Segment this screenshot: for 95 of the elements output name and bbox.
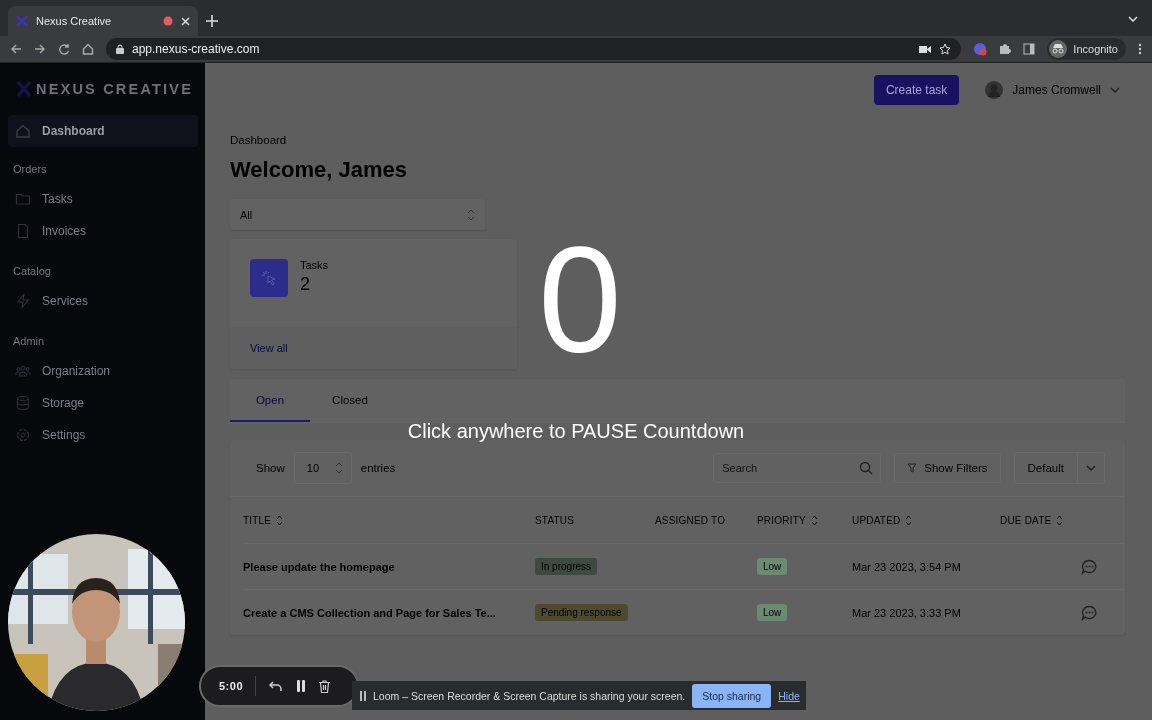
filter-select[interactable]: All [230,199,485,230]
sidebar-item[interactable]: Organization [8,355,198,387]
comment-icon[interactable] [1081,558,1098,575]
incognito-icon [1049,40,1068,58]
sort-icon [467,208,475,221]
sidebar-item[interactable]: Dashboard [8,115,198,147]
trash-icon[interactable] [319,679,331,693]
lightning-icon [15,293,31,309]
user-menu[interactable]: James Cromwell [985,80,1120,99]
sort-icon[interactable] [905,514,913,526]
search-icon[interactable] [859,461,874,475]
view-all-link[interactable]: View all [250,342,288,354]
table-cell: Create a CMS Collection and Page for Sales Te... [243,589,535,635]
side-panel-icon[interactable] [1023,43,1036,55]
show-filters-button[interactable]: Show Filters [894,453,1001,483]
pause-icon[interactable] [296,680,307,692]
priority-tag: Low [757,558,788,575]
extension-badge-icon[interactable] [973,42,988,56]
column-header: STATUS [535,514,575,526]
sidebar-item[interactable]: Storage [8,387,198,419]
sort-icon[interactable] [276,514,284,526]
comment-icon[interactable] [1081,604,1098,621]
puzzle-icon[interactable] [999,43,1012,55]
x-logo-icon [16,15,28,27]
tab[interactable]: Open [230,379,310,422]
undo-icon[interactable] [269,680,284,692]
sidebar-item[interactable]: Services [8,285,198,317]
gear-icon [15,427,31,443]
stat-value: 2 [300,274,311,295]
chevron-down-icon [1086,465,1096,471]
countdown-number: 0 [537,215,623,385]
priority-tag: Low [757,604,788,621]
x-logo-icon [16,81,32,97]
lock-icon [116,44,124,54]
column-header: UPDATED [852,514,901,526]
sidebar-item[interactable]: Settings [8,419,198,451]
sort-icon[interactable] [1056,514,1064,526]
entries-label: entries [360,462,396,474]
home-icon [15,123,31,139]
camera-icon[interactable] [919,44,932,54]
star-icon[interactable] [939,43,952,55]
column-header: TITLE [243,514,272,526]
timer: 5:00 [219,676,257,696]
page-size-select[interactable]: 10 [293,452,352,484]
column-header: PRIORITY [757,514,806,526]
table-cell: Please update the homepage [243,543,535,589]
filter-icon [907,463,918,473]
home-icon[interactable] [82,43,94,55]
chevron-down-icon [1110,86,1120,93]
search-field[interactable]: Search [713,453,882,483]
close-icon[interactable] [181,16,190,26]
reload-icon[interactable] [58,43,70,55]
column-header: DUE DATE [1000,514,1052,526]
breadcrumb: Dashboard [230,134,288,146]
view-dropdown[interactable]: Default [1013,452,1105,484]
recording-icon [163,16,173,26]
sort-icon[interactable] [810,514,818,526]
cursor-click-icon [250,259,288,297]
sharing-message: Loom – Screen Recorder & Screen Capture is sharing your screen. [373,689,686,702]
section-heading: Orders [12,162,48,177]
database-icon [15,395,31,411]
show-label: Show [256,462,285,474]
tab[interactable]: Closed [310,379,390,422]
table-cell: Mar 23 2023, 3:54 PM [852,543,1000,589]
section-heading: Admin [12,334,46,349]
status-tag: In progress [535,558,598,575]
profile-chip[interactable]: Incognito [1047,38,1126,60]
logo-text: NEXUS CREATIVE [36,81,194,97]
pause-icon [360,690,366,701]
sidebar-item[interactable]: Tasks [8,183,198,215]
stat-label: Tasks [300,259,329,271]
sort-icon [334,462,343,474]
chevron-down-icon[interactable] [1128,16,1138,22]
page-heading: Welcome, James [230,157,408,183]
column-header: ASSIGNED TO [655,514,726,526]
address-bar[interactable]: app.nexus-creative.com [106,38,962,60]
back-icon[interactable] [10,43,22,55]
sidebar-item[interactable]: Invoices [8,215,198,247]
url-text: app.nexus-creative.com [132,42,261,56]
document-icon [15,223,31,239]
stop-sharing-button[interactable]: Stop sharing [692,683,772,708]
people-icon [15,363,31,379]
menu-icon[interactable] [1138,43,1142,55]
browser-tab[interactable]: Nexus Creative [8,6,198,36]
status-tag: Pending response [535,604,628,621]
countdown-hint: Click anywhere to PAUSE Countdown [406,420,746,443]
tab-title: Nexus Creative [36,15,113,27]
table-cell: Mar 23 2023, 3:33 PM [852,589,1000,635]
create-task-button[interactable]: Create task [873,74,960,105]
folder-icon [15,191,31,207]
section-heading: Catalog [12,264,52,279]
new-tab-icon[interactable] [206,15,218,27]
forward-icon[interactable] [34,43,46,55]
avatar-icon [985,80,1004,99]
hide-link[interactable]: Hide [778,689,800,702]
